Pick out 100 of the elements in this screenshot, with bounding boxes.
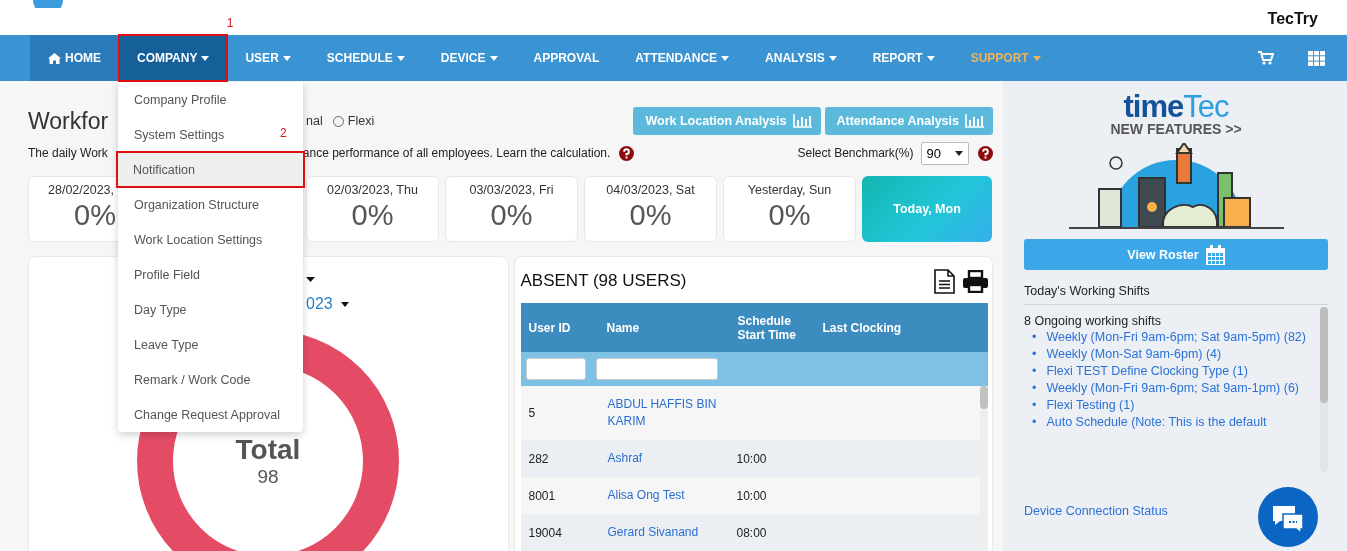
analysis-button[interactable]: Attendance Analysis <box>824 107 993 135</box>
callout-number: 2 <box>280 126 288 140</box>
caret-icon <box>201 55 210 61</box>
day-percentage: 0% <box>74 199 116 232</box>
user-name-link[interactable]: ABDUL HAFFIS BIN KARIM <box>599 396 729 430</box>
nav-menu-item[interactable]: REPORT <box>854 35 953 81</box>
nav-menu-item[interactable]: ATTENDANCE <box>617 35 748 81</box>
bullet: • <box>1032 397 1037 414</box>
shift-summary: 8 Ongoing working shifts <box>1024 314 1161 328</box>
nav-menu-item[interactable]: SCHEDULE <box>308 35 423 81</box>
menu-item[interactable]: Company Profile <box>118 82 239 117</box>
shift-link[interactable]: Weekly (Mon-Fri 9am-6pm; Sat 9am-1pm) (6) <box>1046 380 1299 397</box>
column-header[interactable]: Last Clocking <box>814 320 902 335</box>
shift-link[interactable]: Weekly (Mon-Fri 9am-6pm; Sat 9am-5pm) (82) <box>1046 329 1306 346</box>
column-header[interactable]: User ID <box>520 320 599 335</box>
scrollbar[interactable] <box>980 386 988 551</box>
document-icon[interactable] <box>934 268 955 294</box>
table-cell-text: 19004 <box>527 525 563 540</box>
brand-logo[interactable]: timeTec <box>1123 93 1229 121</box>
device-status-link[interactable]: Device Connection Status <box>1024 504 1168 518</box>
section-title: Today's Working Shifts <box>1024 284 1328 305</box>
option-label: nal <box>306 114 323 128</box>
shift-link[interactable]: Flexi Testing (1) <box>1046 397 1135 414</box>
bullet: • <box>1032 329 1037 346</box>
caret-icon <box>926 55 935 61</box>
shift-link[interactable]: Flexi TEST Define Clocking Type (1) <box>1046 363 1248 380</box>
shift-link[interactable]: Auto Schedule (Note: This is the default <box>1046 414 1267 431</box>
day-percentage: 0% <box>768 199 811 232</box>
day-label: Yesterday, Sun <box>747 183 832 197</box>
page-title: Workfor <box>28 107 109 135</box>
bar-chart-icon <box>792 114 812 128</box>
menu-item[interactable]: System Settings <box>118 117 237 152</box>
menu-item[interactable]: Change Request Approval <box>118 397 292 432</box>
donut-label: Total <box>235 434 301 466</box>
table-cell-text: 10:00 <box>735 451 768 466</box>
caret-icon <box>282 55 291 61</box>
home-icon <box>48 52 61 64</box>
analysis-button[interactable]: Work Location Analysis <box>633 107 821 135</box>
logo-icon <box>31 0 65 8</box>
table-cell-text: 282 <box>527 451 550 466</box>
day-percentage: 0% <box>490 199 533 232</box>
day-percentage: 0% <box>351 199 394 232</box>
caret-icon[interactable] <box>306 277 315 282</box>
day-card[interactable]: 02/03/2023, Thu 0% <box>306 176 439 242</box>
caret-icon <box>955 150 963 156</box>
user-name-link[interactable]: Gerard Sivanand <box>599 524 729 541</box>
table-cell-text: 10:00 <box>735 488 768 503</box>
menu-item[interactable]: Profile Field <box>118 257 212 292</box>
day-label: 02/03/2023, Thu <box>327 183 418 197</box>
filter-field[interactable] <box>525 358 586 380</box>
day-label: 28/02/2023, <box>48 183 115 197</box>
nav-menu-item[interactable]: USER <box>227 35 309 81</box>
features-link[interactable]: NEW FEATURES >> <box>1110 121 1242 137</box>
day-card[interactable]: 04/03/2023, Sat 0% <box>584 176 717 242</box>
user-name-link[interactable]: Ashraf <box>599 450 729 467</box>
radio-button[interactable]: Flexi <box>332 114 375 128</box>
day-card[interactable]: 03/03/2023, Fri 0% <box>445 176 578 242</box>
bullet: • <box>1032 380 1037 397</box>
scrollbar[interactable] <box>1320 307 1328 472</box>
help-icon[interactable] <box>619 145 635 161</box>
benchmark-select[interactable]: 90 <box>920 141 969 165</box>
grid-icon[interactable] <box>1308 50 1325 66</box>
view-roster-button[interactable]: View Roster <box>1024 239 1328 270</box>
calendar-icon <box>1205 244 1225 265</box>
nav-menu-item[interactable]: HOME <box>30 35 119 81</box>
menu-item[interactable]: Remark / Work Code <box>118 362 263 397</box>
caret-icon <box>721 55 730 61</box>
caret-icon <box>396 55 405 61</box>
column-header[interactable]: Schedule Start Time <box>729 313 815 342</box>
caret-icon[interactable] <box>340 301 349 307</box>
day-percentage: 0% <box>629 199 672 232</box>
bar-chart-icon <box>965 114 984 128</box>
cart-icon[interactable] <box>1258 51 1274 65</box>
account-name: TecTry <box>1267 10 1318 28</box>
day-card[interactable]: Yesterday, Sun 0% <box>723 176 856 242</box>
help-icon[interactable] <box>978 145 993 161</box>
callout-number: 1 <box>226 16 234 30</box>
chat-icon[interactable] <box>1258 487 1318 547</box>
caret-icon <box>489 55 498 61</box>
nav-menu-item[interactable]: APPROVAL <box>515 35 618 81</box>
print-icon[interactable] <box>963 269 988 293</box>
day-label: 03/03/2023, Fri <box>469 183 554 197</box>
menu-item[interactable]: Leave Type <box>118 327 211 362</box>
nav-menu-item[interactable]: DEVICE <box>422 35 516 81</box>
bullet: • <box>1032 346 1037 363</box>
caret-icon <box>828 55 837 61</box>
menu-item[interactable]: Day Type <box>118 292 199 327</box>
description-text: The daily Work <box>28 146 108 160</box>
column-header[interactable]: Name <box>598 320 730 335</box>
bullet: • <box>1032 363 1037 380</box>
filter-field[interactable] <box>595 358 718 380</box>
nav-menu-item[interactable]: ANALYSIS <box>747 35 855 81</box>
menu-item[interactable]: Notification <box>117 152 304 187</box>
donut-value: 98 <box>257 466 279 488</box>
table-cell-text: 8001 <box>527 488 557 503</box>
shift-link[interactable]: Weekly (Mon-Sat 9am-6pm) (4) <box>1046 346 1222 363</box>
user-name-link[interactable]: Alisa Ong Test <box>599 487 729 504</box>
period-selector[interactable]: 023 <box>306 295 333 313</box>
bullet: • <box>1032 414 1037 431</box>
benchmark-label: Select Benchmark(%) <box>797 146 914 160</box>
